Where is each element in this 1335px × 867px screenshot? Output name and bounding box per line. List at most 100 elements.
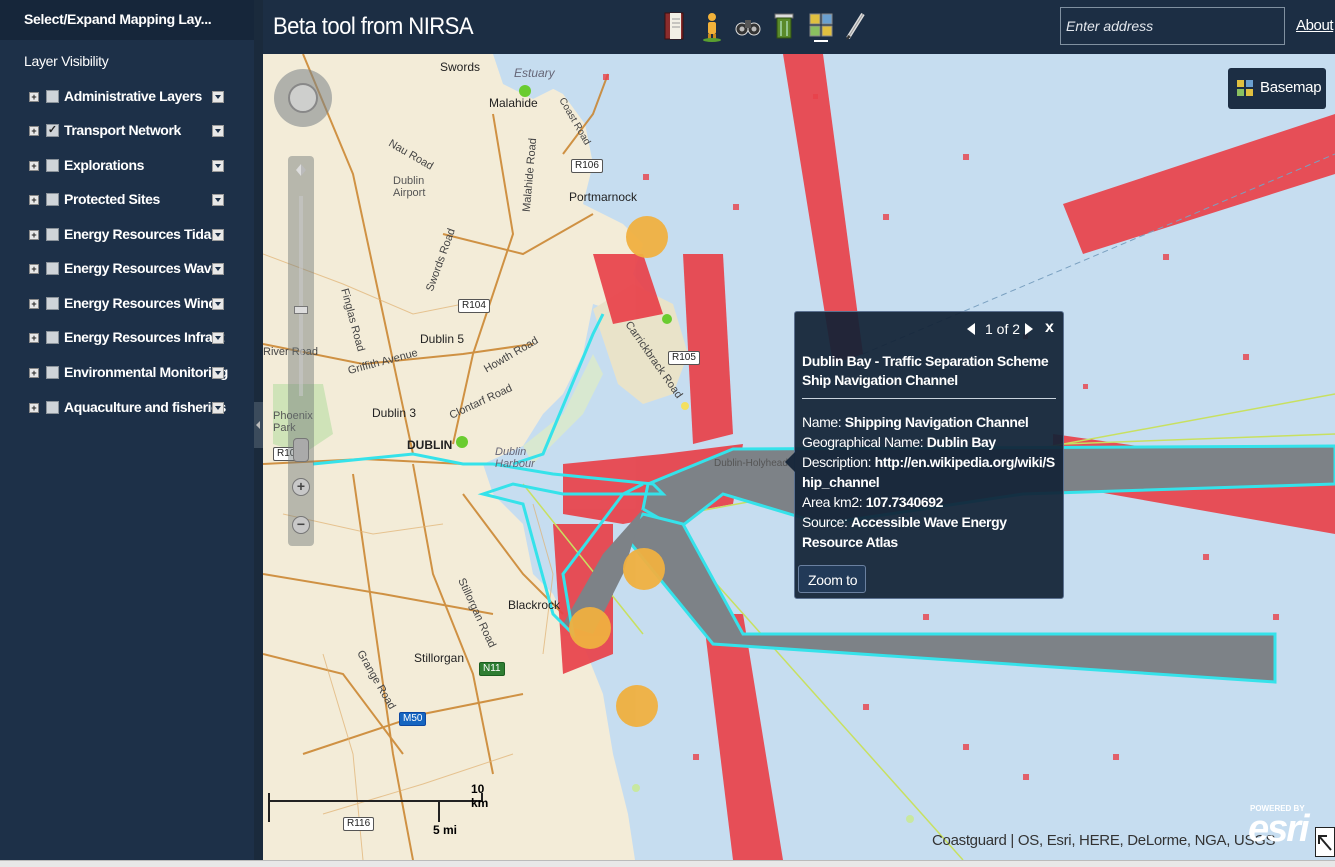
globe-icon[interactable] <box>288 83 318 113</box>
layer-label[interactable]: Transport Network <box>64 122 181 138</box>
layer-label[interactable]: Environmental Monitoring <box>64 364 228 380</box>
layer-label[interactable]: Administrative Layers <box>64 88 202 104</box>
zoom-handle[interactable] <box>294 306 308 314</box>
field-value: Dublin Bay <box>926 434 997 450</box>
layer-row-explorations[interactable]: + Explorations <box>0 153 254 183</box>
layer-row-protected-sites[interactable]: + Protected Sites <box>0 187 254 217</box>
binoculars-icon[interactable] <box>735 10 761 42</box>
previous-arrow-icon[interactable] <box>967 323 975 335</box>
layer-row-energy-tidal[interactable]: + Energy Resources Tidal <box>0 222 254 252</box>
expand-icon[interactable]: + <box>29 403 39 413</box>
expand-icon[interactable]: + <box>29 230 39 240</box>
sidebar-collapse-handle[interactable] <box>254 402 263 448</box>
layer-dropdown-icon[interactable] <box>212 125 224 137</box>
layer-checkbox[interactable] <box>46 228 59 241</box>
place-label: Swords <box>440 60 481 74</box>
layer-checkbox[interactable] <box>46 193 59 206</box>
place-label: Portmarnock <box>569 190 638 204</box>
layer-dropdown-icon[interactable] <box>212 229 224 241</box>
layer-row-aquaculture[interactable]: + Aquaculture and fisheries <box>0 395 254 425</box>
layer-label[interactable]: Energy Resources Wind <box>64 295 217 311</box>
popup-count: 1 of 2 <box>985 321 1021 337</box>
layer-dropdown-icon[interactable] <box>212 367 224 379</box>
layer-dropdown-icon[interactable] <box>212 298 224 310</box>
layer-row-energy-infrast[interactable]: + Energy Resources Infrast <box>0 325 254 355</box>
layer-dropdown-icon[interactable] <box>212 194 224 206</box>
zoom-out-button[interactable]: − <box>292 516 310 534</box>
layer-sidebar: Select/Expand Mapping Lay... Layer Visib… <box>0 0 254 867</box>
zoom-track[interactable] <box>299 196 303 396</box>
resize-corner-icon[interactable] <box>1315 827 1335 857</box>
popup-field: Description: http://en.wikipedia.org/wik… <box>802 452 1060 492</box>
map-view[interactable]: Swords Malahide Estuary Portmarnock Dubl… <box>263 54 1335 860</box>
basemap-button[interactable]: Basemap <box>1228 68 1326 109</box>
zoom-in-button[interactable]: + <box>292 478 310 496</box>
next-arrow-icon[interactable] <box>1025 323 1033 335</box>
sidebar-header[interactable]: Select/Expand Mapping Lay... <box>0 0 254 40</box>
layer-label[interactable]: Energy Resources Tidal <box>64 226 215 242</box>
layer-row-transport[interactable]: + ✓ Transport Network <box>0 118 254 148</box>
zoom-to-button[interactable]: Zoom to <box>798 565 866 593</box>
layer-label[interactable]: Energy Resources Wave <box>64 260 219 276</box>
field-label: Source: <box>802 514 848 530</box>
expand-icon[interactable]: + <box>29 92 39 102</box>
layer-checkbox[interactable] <box>46 331 59 344</box>
arrows-icon[interactable] <box>288 156 314 186</box>
esri-logo[interactable]: POWERED BY esri <box>1248 804 1310 850</box>
place-label: Dublin Airport <box>393 175 426 199</box>
layer-row-administrative[interactable]: + Administrative Layers <box>0 84 254 114</box>
road-shield: R104 <box>458 299 490 313</box>
layer-checkbox[interactable] <box>46 401 59 414</box>
browser-status-bar <box>0 860 1335 867</box>
layer-dropdown-icon[interactable] <box>212 332 224 344</box>
expand-icon[interactable]: + <box>29 126 39 136</box>
field-label: Description: <box>802 454 872 470</box>
popup-fields: Name: Shipping Navigation Channel Geogra… <box>802 412 1060 552</box>
esri-wordmark: esri <box>1248 808 1310 850</box>
layer-dropdown-icon[interactable] <box>212 402 224 414</box>
expand-icon[interactable]: + <box>29 161 39 171</box>
basemap-label: Basemap <box>1260 79 1322 96</box>
expand-icon[interactable]: + <box>29 299 39 309</box>
place-label: Blackrock <box>508 598 561 612</box>
pan-control[interactable] <box>274 69 332 127</box>
expand-icon[interactable]: + <box>29 333 39 343</box>
popup-title: Dublin Bay - Traffic Separation Scheme S… <box>802 353 1049 388</box>
layer-checkbox[interactable] <box>46 262 59 275</box>
pan-hand-icon[interactable] <box>293 438 309 462</box>
layer-checkbox[interactable] <box>46 159 59 172</box>
bin-icon[interactable] <box>771 10 797 42</box>
about-link[interactable]: About <box>1296 17 1334 34</box>
expand-icon[interactable]: + <box>29 368 39 378</box>
address-search-input[interactable] <box>1060 7 1285 45</box>
basemap-grid-icon <box>1237 80 1253 96</box>
book-icon[interactable] <box>662 10 688 42</box>
popup-titlebar: 1 of 2 x <box>795 312 1063 342</box>
layer-label[interactable]: Protected Sites <box>64 191 160 207</box>
layer-row-energy-wind[interactable]: + Energy Resources Wind <box>0 291 254 321</box>
layer-dropdown-icon[interactable] <box>212 263 224 275</box>
layer-row-energy-wave[interactable]: + Energy Resources Wave <box>0 256 254 286</box>
place-label: DUBLIN <box>407 438 453 452</box>
expand-icon[interactable]: + <box>29 264 39 274</box>
layer-checkbox-checked[interactable]: ✓ <box>46 124 59 137</box>
layer-checkbox[interactable] <box>46 90 59 103</box>
place-label: Estuary <box>514 66 555 80</box>
person-icon[interactable] <box>699 10 725 42</box>
pencil-icon[interactable] <box>843 10 869 42</box>
popup-field: Area km2: 107.7340692 <box>802 492 1060 512</box>
layer-checkbox[interactable] <box>46 297 59 310</box>
expand-icon[interactable]: + <box>29 195 39 205</box>
layer-label[interactable]: Aquaculture and fisheries <box>64 399 226 415</box>
layer-label[interactable]: Energy Resources Infrast <box>64 329 224 345</box>
zoom-slider[interactable]: + − <box>288 156 314 546</box>
layer-row-environmental[interactable]: + Environmental Monitoring <box>0 360 254 390</box>
grid-icon[interactable] <box>808 10 834 42</box>
field-label: Name: <box>802 414 842 430</box>
layer-dropdown-icon[interactable] <box>212 91 224 103</box>
layer-checkbox[interactable] <box>46 366 59 379</box>
layer-dropdown-icon[interactable] <box>212 160 224 172</box>
place-label: Stillorgan <box>414 651 465 665</box>
close-icon[interactable]: x <box>1045 319 1054 337</box>
layer-label[interactable]: Explorations <box>64 157 144 173</box>
